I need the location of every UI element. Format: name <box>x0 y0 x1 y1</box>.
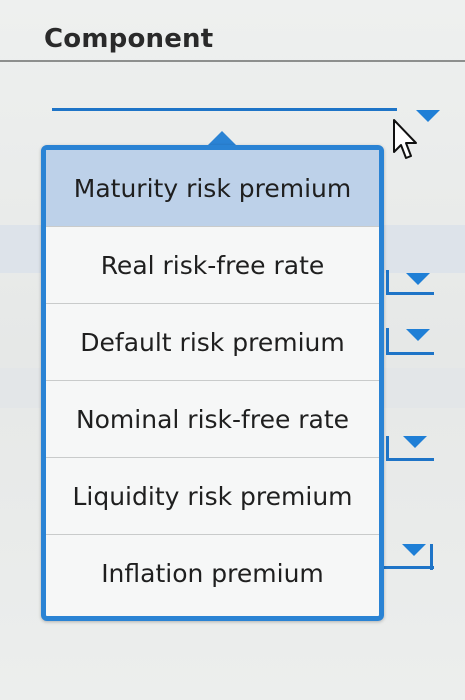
row-select-underline[interactable] <box>380 566 434 569</box>
chevron-down-icon[interactable] <box>406 329 430 341</box>
chevron-down-icon[interactable] <box>402 544 426 556</box>
dropdown-option[interactable]: Real risk-free rate <box>46 227 379 304</box>
mouse-cursor-icon <box>393 119 417 159</box>
dropdown-list: Maturity risk premium Real risk-free rat… <box>41 145 384 621</box>
row-select-underline[interactable] <box>386 292 434 295</box>
chevron-down-icon[interactable] <box>416 110 440 122</box>
dropdown-option[interactable]: Liquidity risk premium <box>46 458 379 535</box>
row-select-underline[interactable] <box>386 352 434 355</box>
column-header-component: Component <box>44 24 214 54</box>
dropdown-option[interactable]: Inflation premium <box>46 535 379 612</box>
header-divider <box>0 60 465 62</box>
row-select-underline[interactable] <box>386 458 434 461</box>
dropdown-option[interactable]: Nominal risk-free rate <box>46 381 379 458</box>
chevron-down-icon[interactable] <box>403 436 427 448</box>
dropdown-option[interactable]: Maturity risk premium <box>46 150 379 227</box>
select-divider <box>386 328 389 355</box>
chevron-down-icon[interactable] <box>406 273 430 285</box>
dropdown-caret-icon <box>208 131 236 145</box>
component-select-underline[interactable] <box>52 108 397 111</box>
dropdown-option[interactable]: Default risk premium <box>46 304 379 381</box>
